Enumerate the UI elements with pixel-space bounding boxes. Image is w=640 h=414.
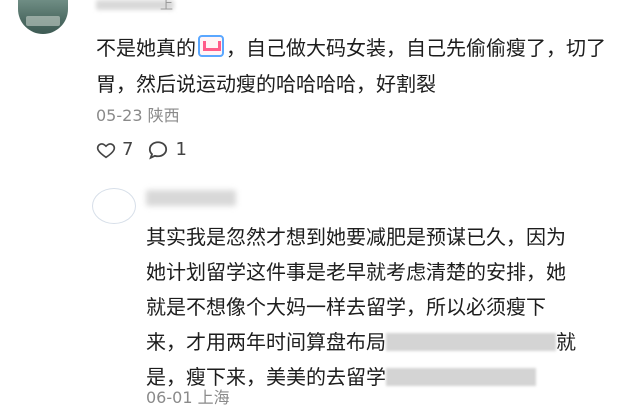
commenter-avatar[interactable] (18, 0, 68, 34)
reply-line-1: 其实我是忽然才想到她要减肥是预谋已久，因为 (146, 225, 566, 249)
emoji-icon (198, 35, 224, 57)
comment-date: 05-23 (96, 106, 143, 125)
comment-text-start: 不是她真的 (96, 36, 196, 60)
reply-text: 其实我是忽然才想到她要减肥是预谋已久，因为 她计划留学这件事是老早就考虑清楚的安… (146, 220, 616, 395)
heart-icon (96, 142, 116, 158)
reply-location: 上海 (197, 388, 230, 407)
comment-bubble-icon (149, 140, 168, 159)
comment-text: 不是她真的 ，自己做大码女装，自己先偷偷瘦了，切了胃，然后说运动瘦的哈哈哈哈，好割… (96, 30, 616, 102)
comment-meta: 05-23 陕西 (96, 102, 180, 126)
comment-location: 陕西 (147, 106, 180, 125)
reply-author-redacted[interactable] (146, 190, 236, 206)
comment-actions: 7 1 (96, 139, 187, 160)
reply-avatar[interactable] (92, 188, 136, 224)
like-count: 7 (122, 139, 134, 160)
reply-line-2: 她计划留学这件事是老早就考虑清楚的安排，她 (146, 260, 566, 284)
reply-button[interactable]: 1 (147, 139, 187, 160)
redacted-text (386, 368, 536, 386)
redacted-text (386, 333, 556, 351)
reply-line-4-start: 来，才用两年时间算盘布局 (146, 330, 386, 354)
like-button[interactable]: 7 (96, 139, 133, 160)
reply-line-4-end: 就 (556, 330, 576, 354)
commenter-name-tail: 上 (160, 0, 174, 13)
reply-meta: 06-01 上海 (146, 384, 230, 408)
reply-date: 06-01 (146, 388, 193, 407)
reply-line-3: 就是不想像个大妈一样去留学，所以必须瘦下 (146, 295, 546, 319)
reply-count: 1 (175, 139, 187, 160)
